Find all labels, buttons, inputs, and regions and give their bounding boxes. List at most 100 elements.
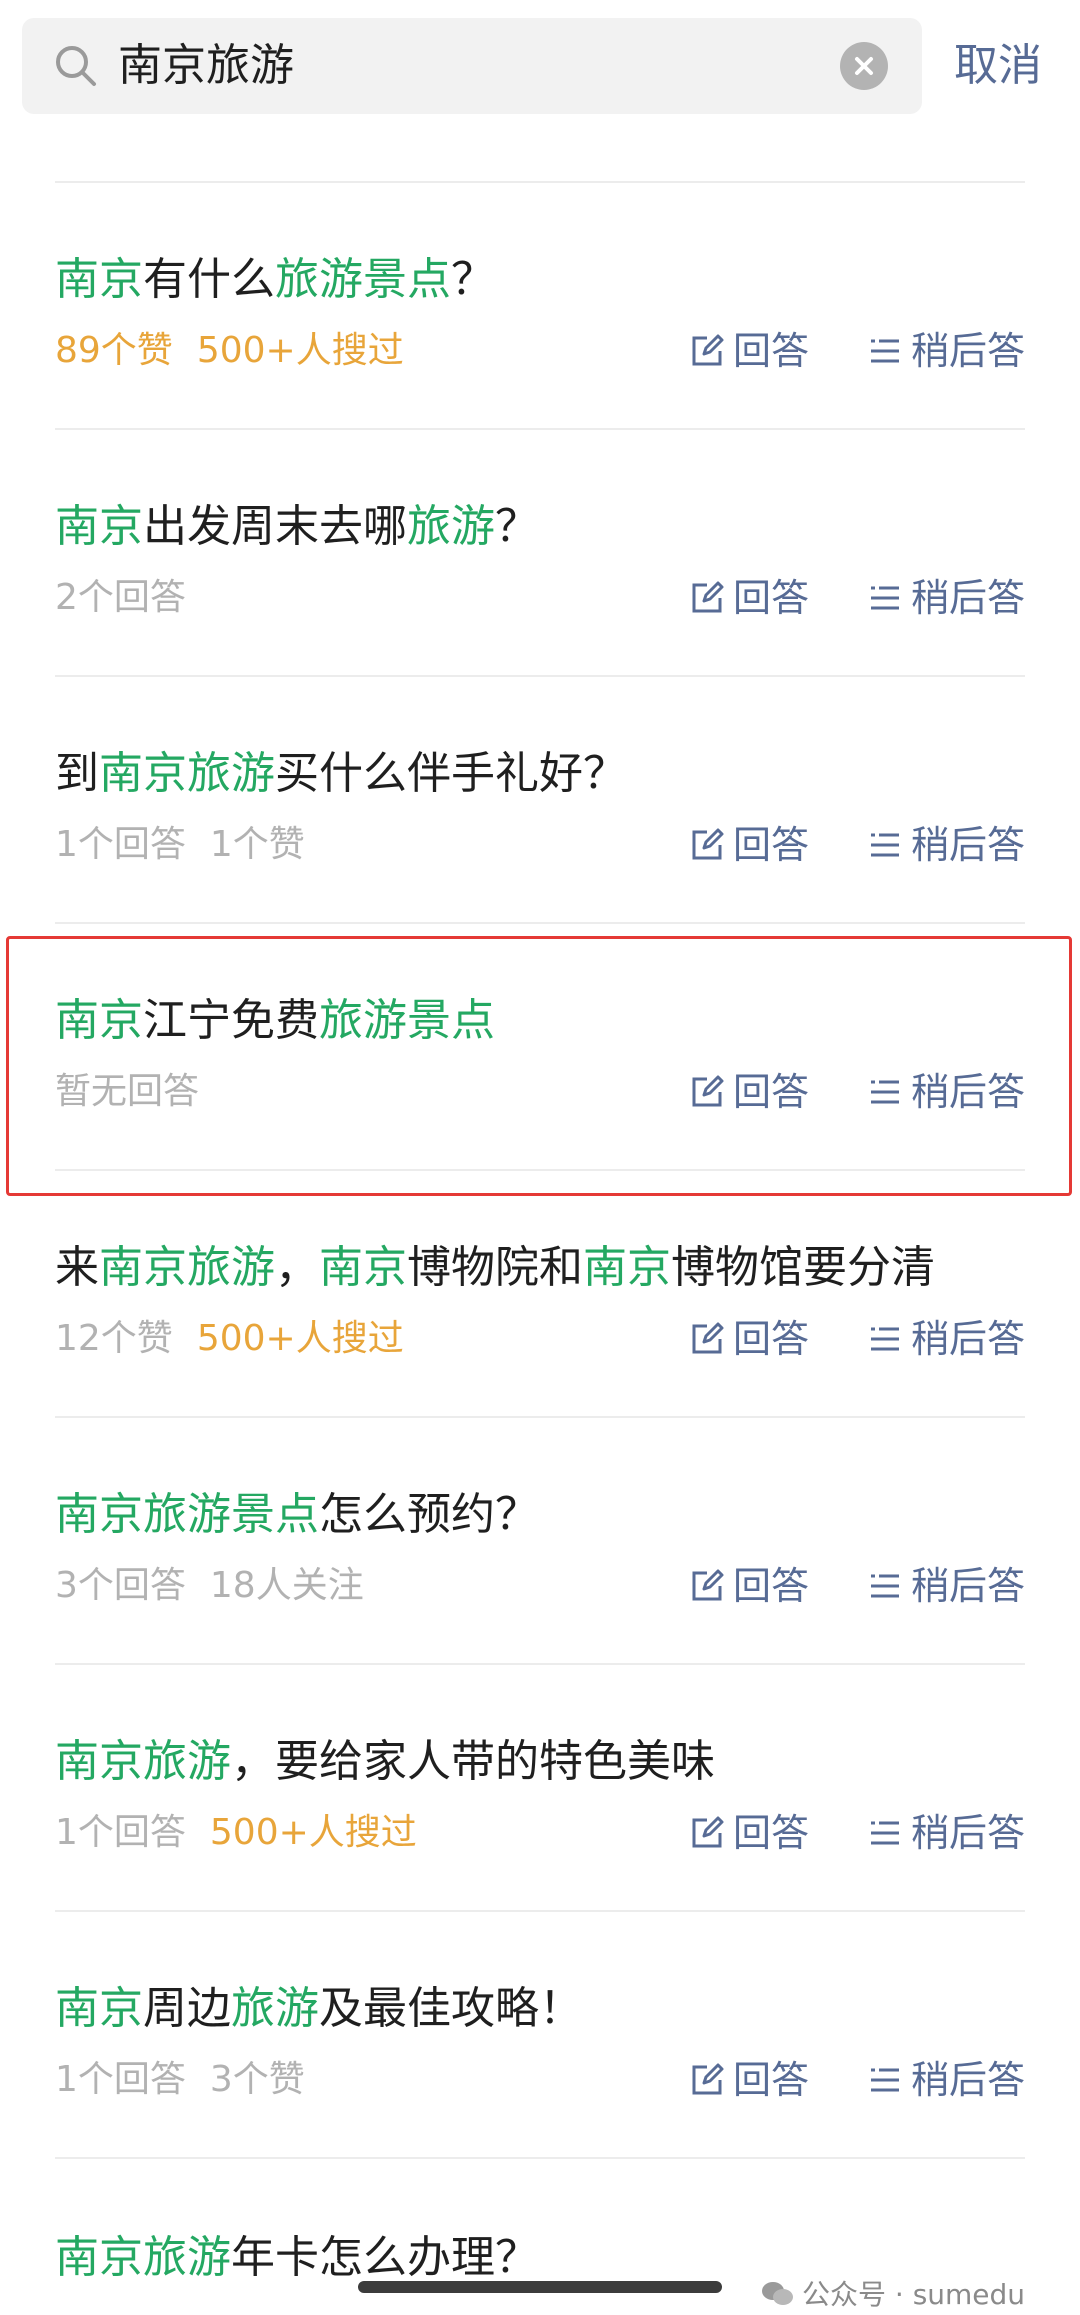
edit-icon	[692, 334, 724, 366]
meta-stat: 1个回答	[55, 824, 186, 865]
title-keyword: 南京	[55, 1983, 143, 2034]
title-keyword: 南京旅游景点	[55, 1489, 319, 1540]
question-item[interactable]: 南京出发周末去哪旅游？ 2个回答 回答 稍后答	[55, 430, 1025, 677]
answer-label: 回答	[733, 1564, 810, 1608]
question-meta: 2个回答	[55, 573, 210, 623]
title-text: ，	[275, 1242, 319, 1293]
answer-later-button[interactable]: 稍后答	[867, 2053, 1025, 2107]
edit-icon	[692, 828, 724, 860]
wechat-icon	[762, 2282, 793, 2305]
search-input[interactable]: 南京旅游	[118, 18, 294, 114]
question-meta: 1个回答 3个赞	[55, 2055, 329, 2105]
title-keyword: 南京旅游	[99, 1242, 275, 1293]
answer-later-label: 稍后答	[911, 576, 1026, 620]
answer-later-button[interactable]: 稍后答	[867, 818, 1025, 872]
meta-stat: 2个回答	[55, 577, 186, 618]
question-item[interactable]: 到南京旅游买什么伴手礼好？ 1个回答 1个赞 回答 稍后答	[55, 677, 1025, 924]
meta-stat: 3个赞	[209, 2059, 305, 2100]
meta-stat: 500+人搜过	[196, 330, 404, 371]
answer-later-button[interactable]: 稍后答	[867, 1312, 1025, 1366]
title-keyword: 南京旅游	[55, 1736, 231, 1787]
answer-label: 回答	[733, 329, 810, 373]
answer-later-label: 稍后答	[911, 1811, 1026, 1855]
question-item[interactable]: 南京旅游，要给家人带的特色美味 1个回答 500+人搜过 回答 稍后答	[55, 1665, 1025, 1912]
meta-stat: 89个赞	[55, 330, 173, 371]
question-title[interactable]: 南京旅游，要给家人带的特色美味	[55, 1732, 715, 1792]
answer-button[interactable]: 回答	[689, 1806, 809, 1860]
answer-later-button[interactable]: 稍后答	[867, 324, 1025, 378]
question-meta: 1个回答 1个赞	[55, 820, 329, 870]
watermark: 公众号 · sumedu	[760, 2275, 1025, 2315]
title-text: ，要给家人带的特色美味	[231, 1736, 715, 1787]
question-title[interactable]: 南京旅游景点怎么预约？	[55, 1485, 539, 1545]
cancel-button[interactable]: 取消	[954, 18, 1042, 114]
answer-later-icon	[871, 339, 899, 363]
answer-button[interactable]: 回答	[689, 324, 809, 378]
answer-later-icon	[871, 1327, 899, 1351]
search-bar[interactable]: 南京旅游	[22, 18, 922, 114]
title-keyword: 南京旅游	[99, 748, 275, 799]
answer-later-button[interactable]: 稍后答	[867, 1559, 1025, 1613]
answer-later-icon	[871, 586, 899, 610]
answer-later-label: 稍后答	[911, 1564, 1026, 1608]
answer-later-icon	[871, 1574, 899, 1598]
title-text: 博物馆要分清	[671, 1242, 935, 1293]
question-title[interactable]: 南京有什么旅游景点？	[55, 250, 495, 310]
search-icon	[56, 46, 96, 86]
title-text: 及最佳攻略！	[319, 1983, 583, 2034]
meta-stat: 3个回答	[55, 1565, 186, 1606]
answer-button[interactable]: 回答	[689, 2053, 809, 2107]
question-item[interactable]: 来南京旅游，南京博物院和南京博物馆要分清 12个赞 500+人搜过 回答 稍后答	[55, 1171, 1025, 1418]
title-text: 博物院和	[407, 1242, 583, 1293]
title-keyword: 南京旅游	[55, 2232, 231, 2283]
answer-later-button[interactable]: 稍后答	[867, 1806, 1025, 1860]
meta-stat: 12个赞	[55, 1318, 173, 1359]
title-keyword: 旅游景点	[275, 254, 451, 305]
answer-button[interactable]: 回答	[689, 1559, 809, 1613]
answer-later-icon	[871, 2068, 899, 2092]
title-keyword: 旅游	[231, 1983, 319, 2034]
question-meta: 3个回答 18人关注	[55, 1561, 388, 1611]
title-keyword: 旅游	[407, 501, 495, 552]
question-meta: 89个赞 500+人搜过	[55, 326, 428, 376]
answer-later-label: 稍后答	[911, 823, 1026, 867]
answer-label: 回答	[733, 1811, 810, 1855]
question-title[interactable]: 来南京旅游，南京博物院和南京博物馆要分清	[55, 1238, 935, 1298]
answer-button[interactable]: 回答	[689, 818, 809, 872]
question-title[interactable]: 到南京旅游买什么伴手礼好？	[55, 744, 627, 804]
question-item[interactable]: 南京旅游景点怎么预约？ 3个回答 18人关注 回答 稍后答	[55, 1418, 1025, 1665]
answer-label: 回答	[733, 576, 810, 620]
question-item[interactable]: 南京周边旅游及最佳攻略！ 1个回答 3个赞 回答 稍后答	[55, 1912, 1025, 2159]
title-text: ？	[451, 254, 495, 305]
question-title[interactable]: 南京出发周末去哪旅游？	[55, 497, 539, 557]
question-title[interactable]: 南京周边旅游及最佳攻略！	[55, 1979, 583, 2039]
home-indicator	[358, 2281, 722, 2293]
title-text: 有什么	[143, 254, 275, 305]
title-keyword: 南京	[583, 1242, 671, 1293]
answer-label: 回答	[733, 1317, 810, 1361]
title-text: 买什么伴手礼好？	[275, 748, 627, 799]
answer-button[interactable]: 回答	[689, 1312, 809, 1366]
meta-stat: 1个回答	[55, 2059, 186, 2100]
edit-icon	[692, 1569, 724, 1601]
answer-later-button[interactable]: 稍后答	[867, 571, 1025, 625]
answer-label: 回答	[733, 2058, 810, 2102]
title-keyword: 南京	[319, 1242, 407, 1293]
edit-icon	[692, 1322, 724, 1354]
question-item[interactable]: 南京有什么旅游景点？ 89个赞 500+人搜过 回答 稍后答	[55, 183, 1025, 430]
edit-icon	[692, 1816, 724, 1848]
answer-later-icon	[871, 833, 899, 857]
question-meta: 12个赞 500+人搜过	[55, 1314, 428, 1364]
watermark-text: 公众号 · sumedu	[802, 2278, 1026, 2311]
clear-icon[interactable]	[840, 42, 888, 90]
meta-stat: 500+人搜过	[196, 1318, 404, 1359]
annotation-highlight-box	[6, 936, 1072, 1196]
partial-question-title[interactable]: 南京旅游年卡怎么办理？	[55, 2228, 539, 2288]
title-text: 到	[55, 748, 99, 799]
title-text: 年卡怎么办理？	[231, 2232, 539, 2283]
answer-button[interactable]: 回答	[689, 571, 809, 625]
meta-stat: 500+人搜过	[209, 1812, 417, 1853]
divider	[55, 2157, 1025, 2159]
meta-stat: 1个回答	[55, 1812, 186, 1853]
title-text: 怎么预约？	[319, 1489, 539, 1540]
